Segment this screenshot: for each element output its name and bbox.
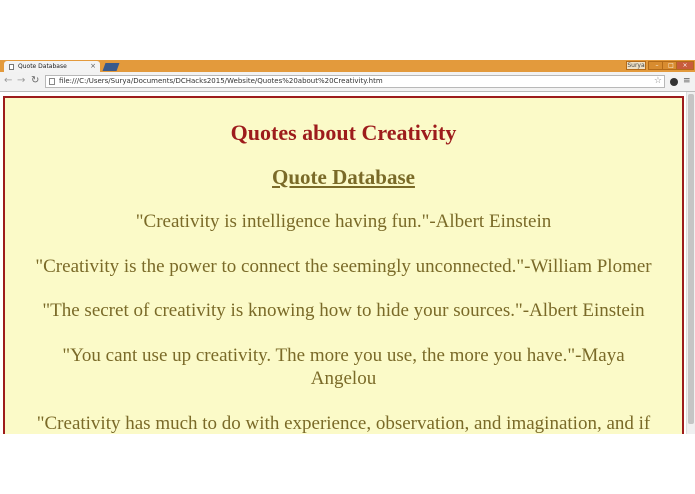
quote-item: "Creativity is the power to connect the … [35,256,652,277]
vertical-scrollbar[interactable] [686,92,695,434]
page-viewport: Quotes about Creativity Quote Database "… [0,92,695,434]
browser-window: Quote Database × Surya – □ × ← → ↻ file:… [0,60,695,434]
forward-arrow-icon[interactable]: → [17,76,25,86]
quote-item: "The secret of creativity is knowing how… [42,300,645,321]
browser-toolbar: ← → ↻ file:///C:/Users/Surya/Documents/D… [0,72,695,92]
address-bar[interactable]: file:///C:/Users/Surya/Documents/DCHacks… [45,75,665,88]
quote-item: "Creativity is intelligence having fun."… [135,211,552,232]
page-icon [9,64,14,70]
user-profile-button[interactable]: Surya [626,61,646,70]
quote-item: "Creativity has much to do with experien… [36,413,651,434]
scrollbar-thumb[interactable] [688,94,694,424]
reload-icon[interactable]: ↻ [31,76,39,86]
page-title: Quotes about Creativity [230,120,457,145]
close-window-button[interactable]: × [676,61,694,70]
url-text[interactable]: file:///C:/Users/Surya/Documents/DCHacks… [59,76,383,87]
extension-icon[interactable] [670,78,678,86]
quotes-page: Quotes about Creativity Quote Database "… [3,96,684,434]
back-arrow-icon[interactable]: ← [4,76,12,86]
title-bar: Quote Database × Surya – □ × [0,60,695,72]
tab-quote-database[interactable]: Quote Database × [4,61,100,72]
menu-icon[interactable]: ≡ [683,76,691,86]
close-tab-icon[interactable]: × [90,61,96,72]
file-page-icon [49,78,55,85]
new-tab-button[interactable] [102,63,120,71]
tab-title: Quote Database [18,63,67,70]
bookmark-star-icon[interactable]: ☆ [654,76,662,87]
quote-item: "You cant use up creativity. The more yo… [62,345,625,389]
quote-database-link[interactable]: Quote Database [5,164,682,190]
